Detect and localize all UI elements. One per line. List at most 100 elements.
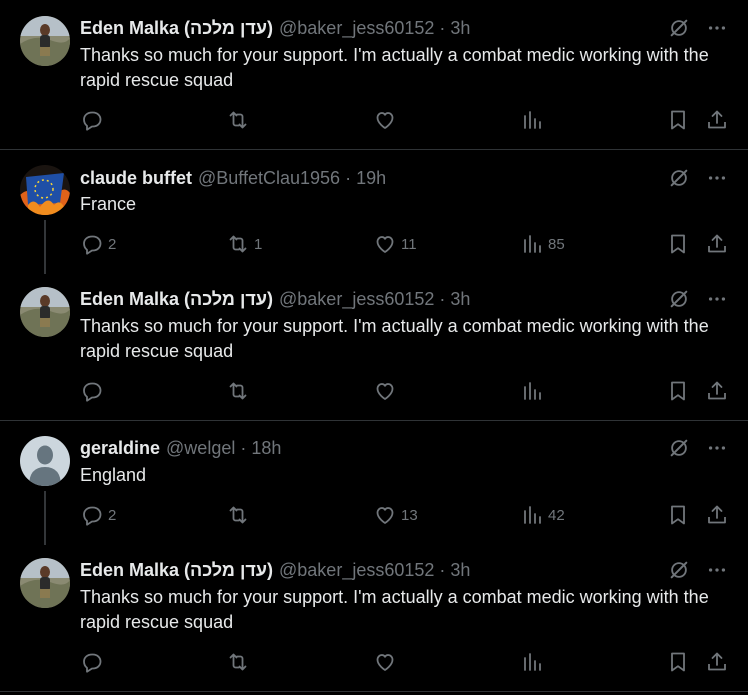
avatar[interactable] bbox=[20, 436, 70, 486]
reply-button[interactable] bbox=[80, 379, 108, 403]
separator-dot: · bbox=[439, 17, 446, 38]
bookmark-button[interactable] bbox=[666, 379, 690, 403]
tweet-top-icons bbox=[668, 288, 728, 310]
views-button[interactable]: 42 bbox=[520, 503, 565, 527]
timestamp[interactable]: 3h bbox=[450, 560, 470, 581]
retweet-button[interactable]: 1 bbox=[226, 232, 262, 256]
more-icon[interactable] bbox=[706, 288, 728, 310]
retweet-button[interactable] bbox=[226, 108, 254, 132]
timestamp[interactable]: 18h bbox=[251, 438, 281, 459]
share-button[interactable] bbox=[705, 232, 729, 256]
user-handle[interactable]: @welgel bbox=[166, 438, 235, 459]
user-handle[interactable]: @baker_jess60152 bbox=[279, 18, 434, 39]
display-name[interactable]: Eden Malka (עדן מלכה) bbox=[80, 560, 273, 581]
action-bar bbox=[80, 108, 728, 132]
divider bbox=[0, 691, 748, 692]
reply-icon bbox=[80, 650, 104, 674]
like-icon bbox=[373, 503, 397, 527]
retweet-button[interactable] bbox=[226, 650, 254, 674]
grok-icon[interactable] bbox=[668, 559, 690, 581]
avatar[interactable] bbox=[20, 165, 70, 215]
separator-dot: · bbox=[439, 288, 446, 309]
like-icon bbox=[373, 379, 397, 403]
bookmark-icon bbox=[666, 108, 690, 132]
like-button[interactable]: 13 bbox=[373, 503, 418, 527]
avatar-photo bbox=[20, 165, 70, 215]
reply-button[interactable] bbox=[80, 650, 108, 674]
separator-dot: · bbox=[345, 167, 352, 188]
display-name[interactable]: Eden Malka (עדן מלכה) bbox=[80, 18, 273, 39]
more-icon[interactable] bbox=[706, 17, 728, 39]
like-button[interactable] bbox=[373, 650, 401, 674]
reply-icon bbox=[80, 379, 104, 403]
avatar-photo bbox=[20, 287, 70, 337]
tweet[interactable]: claude buffet @BuffetClau1956 · 19h Fran… bbox=[0, 150, 748, 274]
share-icon bbox=[705, 232, 729, 256]
like-button[interactable]: 11 bbox=[373, 232, 417, 256]
timestamp[interactable]: 19h bbox=[356, 168, 386, 189]
views-button[interactable] bbox=[520, 108, 548, 132]
tweet[interactable]: Eden Malka (עדן מלכה) @baker_jess60152 ·… bbox=[0, 0, 748, 149]
grok-icon[interactable] bbox=[668, 288, 690, 310]
user-handle[interactable]: @baker_jess60152 bbox=[279, 289, 434, 310]
more-icon[interactable] bbox=[706, 437, 728, 459]
avatar[interactable] bbox=[20, 16, 70, 66]
bookmark-icon bbox=[666, 503, 690, 527]
like-icon bbox=[373, 108, 397, 132]
retweet-icon bbox=[226, 232, 250, 256]
tweet[interactable]: Eden Malka (עדן מלכה) @baker_jess60152 ·… bbox=[0, 541, 748, 691]
tweet[interactable]: Eden Malka (עדן מלכה) @baker_jess60152 ·… bbox=[0, 270, 748, 420]
action-bar bbox=[80, 379, 728, 403]
tweet-header: geraldine @welgel · 18h bbox=[80, 437, 728, 459]
avatar[interactable] bbox=[20, 558, 70, 608]
separator-dot: · bbox=[439, 559, 446, 580]
retweet-button[interactable] bbox=[226, 503, 254, 527]
tweet-header: claude buffet @BuffetClau1956 · 19h bbox=[80, 167, 728, 189]
tweet-header: Eden Malka (עדן מלכה) @baker_jess60152 ·… bbox=[80, 559, 728, 581]
avatar-photo bbox=[20, 16, 70, 66]
like-count: 11 bbox=[401, 235, 417, 253]
avatar-photo bbox=[20, 558, 70, 608]
timestamp[interactable]: 3h bbox=[450, 289, 470, 310]
views-count: 42 bbox=[548, 506, 565, 524]
like-button[interactable] bbox=[373, 108, 401, 132]
tweet-text: England bbox=[80, 465, 147, 485]
share-button[interactable] bbox=[705, 650, 729, 674]
reply-button[interactable]: 2 bbox=[80, 503, 116, 527]
grok-icon[interactable] bbox=[668, 437, 690, 459]
share-icon bbox=[705, 503, 729, 527]
views-count: 85 bbox=[548, 235, 565, 253]
views-button[interactable] bbox=[520, 650, 548, 674]
share-button[interactable] bbox=[705, 108, 729, 132]
display-name[interactable]: claude buffet bbox=[80, 168, 192, 189]
bookmark-button[interactable] bbox=[666, 650, 690, 674]
share-button[interactable] bbox=[705, 503, 729, 527]
tweet[interactable]: geraldine @welgel · 18h England 2 13 42 bbox=[0, 421, 748, 545]
bookmark-button[interactable] bbox=[666, 108, 690, 132]
reply-icon bbox=[80, 503, 104, 527]
more-icon[interactable] bbox=[706, 167, 728, 189]
user-handle[interactable]: @BuffetClau1956 bbox=[198, 168, 340, 189]
views-button[interactable] bbox=[520, 379, 548, 403]
more-icon[interactable] bbox=[706, 559, 728, 581]
display-name[interactable]: geraldine bbox=[80, 438, 160, 459]
timestamp[interactable]: 3h bbox=[450, 18, 470, 39]
share-button[interactable] bbox=[705, 379, 729, 403]
display-name[interactable]: Eden Malka (עדן מלכה) bbox=[80, 289, 273, 310]
reply-button[interactable]: 2 bbox=[80, 232, 116, 256]
bookmark-button[interactable] bbox=[666, 503, 690, 527]
grok-icon[interactable] bbox=[668, 17, 690, 39]
bookmark-icon bbox=[666, 650, 690, 674]
reply-button[interactable] bbox=[80, 108, 108, 132]
default-avatar-icon bbox=[20, 436, 70, 486]
bookmark-button[interactable] bbox=[666, 232, 690, 256]
like-button[interactable] bbox=[373, 379, 401, 403]
grok-icon[interactable] bbox=[668, 167, 690, 189]
retweet-button[interactable] bbox=[226, 379, 254, 403]
views-button[interactable]: 85 bbox=[520, 232, 565, 256]
tweet-header: Eden Malka (עדן מלכה) @baker_jess60152 ·… bbox=[80, 17, 728, 39]
reply-icon bbox=[80, 108, 104, 132]
tweet-text: Thanks so much for your support. I'm act… bbox=[80, 587, 709, 632]
avatar[interactable] bbox=[20, 287, 70, 337]
user-handle[interactable]: @baker_jess60152 bbox=[279, 560, 434, 581]
